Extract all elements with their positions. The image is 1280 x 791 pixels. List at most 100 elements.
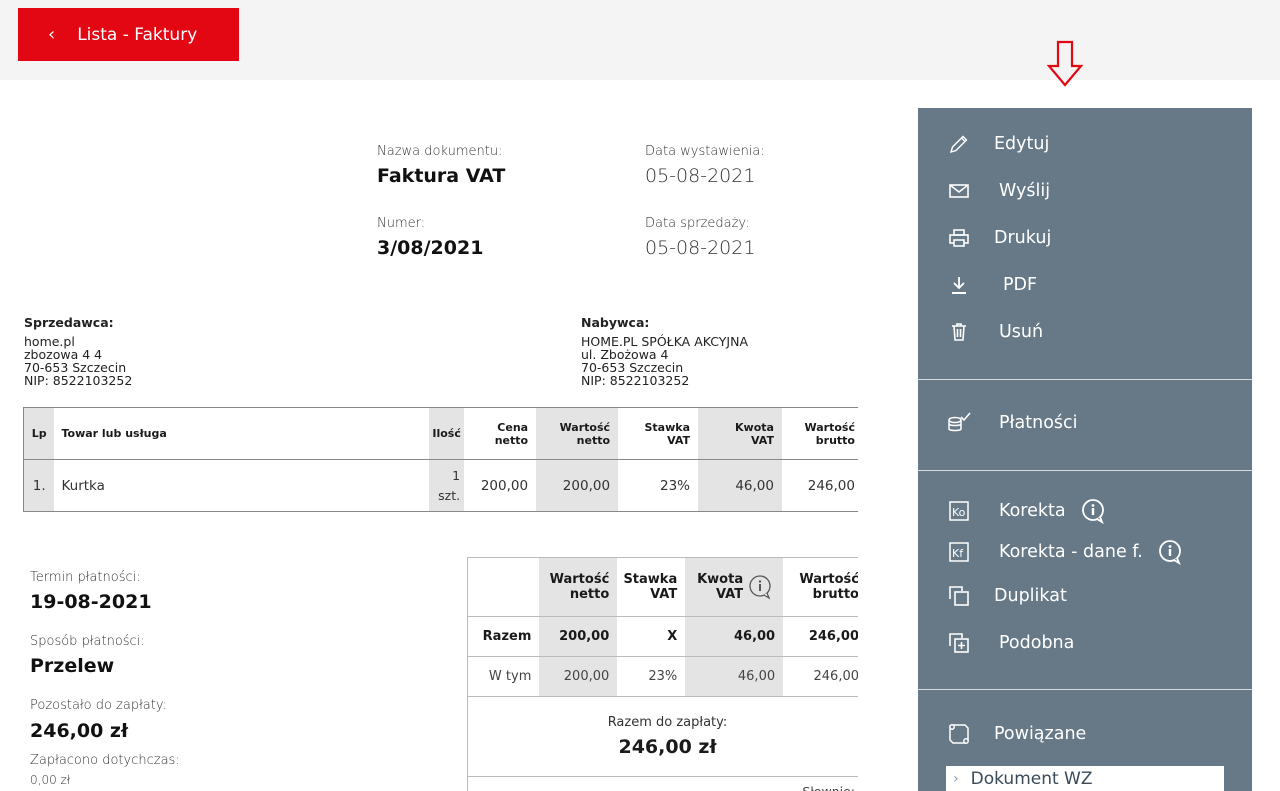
number-label: Numer: — [377, 216, 426, 231]
remaining-label: Pozostało do zapłaty: — [30, 698, 167, 713]
document-name-label: Nazwa dokumentu: — [377, 144, 503, 159]
summary-detail-row: W tym 200,00 23% 46,00 246,00 — [467, 656, 858, 697]
payments-button[interactable]: Płatności — [946, 411, 1078, 435]
col-net-value: Wartość netto — [536, 407, 619, 460]
payment-method-label: Sposób płatności: — [30, 634, 145, 649]
document-number: 3/08/2021 — [377, 237, 484, 259]
seller-line: NIP: 8522103252 — [24, 373, 133, 388]
summary-col-gross: Wartość brutto — [783, 557, 858, 617]
row-gross: 246,00 — [781, 459, 858, 512]
col-lp: Lp — [23, 407, 55, 460]
related-document-wz-link[interactable]: › Dokument WZ — [946, 766, 1224, 791]
payment-method: Przelew — [30, 655, 115, 677]
info-icon[interactable] — [1080, 498, 1106, 524]
similar-button[interactable]: Podobna — [946, 631, 1074, 655]
related-button[interactable]: Powiązane — [946, 722, 1086, 746]
detail-net: 200,00 — [539, 656, 618, 697]
send-button[interactable]: Wyślij — [946, 179, 1050, 203]
buyer-block: Nabywca: HOME.PL SPÓŁKA AKCYJNA ul. Zboż… — [581, 316, 748, 387]
row-vat-rate: 23% — [618, 459, 699, 512]
in-words-label: Słownie: — [467, 776, 858, 791]
chevron-right-icon: › — [953, 770, 959, 787]
detail-rate: 23% — [617, 656, 686, 697]
delete-label: Usuń — [999, 322, 1044, 342]
invoice-document: Nazwa dokumentu: Faktura VAT Data wystaw… — [0, 80, 858, 791]
back-to-invoices-button[interactable]: ‹ Lista - Faktury — [18, 8, 239, 61]
summary-col-vat: Kwota VAT — [685, 557, 784, 617]
edit-label: Edytuj — [994, 134, 1050, 154]
payments-label: Płatności — [999, 413, 1078, 433]
col-net-price: Cena netto — [464, 407, 537, 460]
correction-button[interactable]: Ko Korekta — [946, 498, 1106, 524]
row-name: Kurtka — [54, 459, 430, 512]
row-vat-amount: 46,00 — [698, 459, 782, 512]
to-pay-label: Razem do zapłaty: — [607, 715, 728, 730]
correction-data-button[interactable]: Kf Korekta - dane f. — [946, 539, 1183, 565]
row-net-value: 200,00 — [536, 459, 619, 512]
similar-label: Podobna — [999, 633, 1075, 653]
print-label: Drukuj — [994, 228, 1052, 248]
row-qty: 1 szt. — [429, 459, 465, 512]
issue-date-label: Data wystawienia: — [645, 144, 765, 159]
duplicate-icon — [946, 584, 972, 608]
arrow-down-icon — [1046, 40, 1084, 87]
remaining-amount: 246,00 zł — [30, 720, 129, 742]
summary-corner — [467, 557, 540, 617]
buyer-title: Nabywca: — [581, 315, 650, 330]
envelope-icon — [946, 179, 972, 203]
total-vat: 46,00 — [685, 616, 784, 657]
svg-text:Kf: Kf — [952, 547, 964, 560]
due-date: 19-08-2021 — [30, 591, 152, 613]
download-icon — [946, 273, 972, 297]
table-row: 1. Kurtka 1 szt. 200,00 200,00 23% 46,00 … — [23, 459, 858, 512]
summary-header-row: Wartość netto Stawka VAT Kwota VAT Wartość b… — [467, 557, 858, 617]
detail-label: W tym — [467, 656, 540, 697]
printer-icon — [946, 226, 972, 250]
trash-icon — [946, 320, 972, 344]
row-net-price: 200,00 — [464, 459, 537, 512]
issue-date: 05-08-2021 — [645, 165, 756, 187]
sale-date-label: Data sprzedaży: — [645, 216, 750, 231]
pdf-label: PDF — [1003, 275, 1038, 295]
copy-plus-icon — [946, 631, 972, 655]
buyer-line: NIP: 8522103252 — [581, 373, 690, 388]
delete-button[interactable]: Usuń — [946, 320, 1043, 344]
row-lp: 1. — [23, 459, 55, 512]
info-icon[interactable] — [1157, 539, 1183, 565]
document-name: Faktura VAT — [377, 165, 506, 187]
svg-text:Ko: Ko — [952, 506, 966, 519]
chevron-left-icon: ‹ — [48, 24, 56, 45]
pdf-button[interactable]: PDF — [946, 273, 1037, 297]
related-document-label: Dokument WZ — [970, 768, 1093, 789]
col-gross: Wartość brutto — [781, 407, 858, 460]
info-icon[interactable] — [747, 574, 773, 600]
to-pay-cell: Razem do zapłaty: 246,00 zł — [467, 696, 858, 777]
divider — [918, 470, 1252, 471]
correction-label: Korekta — [999, 501, 1066, 521]
divider — [918, 379, 1252, 380]
col-vat-amount: Kwota VAT — [698, 407, 782, 460]
print-button[interactable]: Drukuj — [946, 226, 1051, 250]
to-pay-amount: 246,00 zł — [618, 736, 717, 758]
divider — [918, 689, 1252, 690]
total-label: Razem — [467, 616, 540, 657]
summary-col-rate: Stawka VAT — [617, 557, 686, 617]
send-label: Wyślij — [999, 181, 1051, 201]
items-table: Lp Towar lub usługa Ilość Cena netto Wart… — [23, 407, 858, 512]
col-qty: Ilość — [429, 407, 465, 460]
correction-data-label: Korekta - dane f. — [999, 542, 1143, 562]
detail-vat: 46,00 — [685, 656, 784, 697]
sale-date: 05-08-2021 — [645, 237, 756, 259]
seller-block: Sprzedawca: home.pl zbozowa 4 4 70-653 S… — [24, 316, 132, 387]
detail-gross: 246,00 — [783, 656, 858, 697]
correction-icon: Ko — [946, 499, 972, 523]
summary-col-net: Wartość netto — [539, 557, 618, 617]
seller-title: Sprzedawca: — [24, 315, 114, 330]
pencil-icon — [946, 132, 972, 156]
duplicate-button[interactable]: Duplikat — [946, 584, 1067, 608]
col-name: Towar lub usługa — [54, 407, 430, 460]
edit-button[interactable]: Edytuj — [946, 132, 1049, 156]
due-date-label: Termin płatności: — [30, 570, 141, 585]
actions-sidebar: Edytuj Wyślij Drukuj PDF Usuń Płatności — [918, 108, 1252, 791]
col-vat-rate: Stawka VAT — [618, 407, 699, 460]
